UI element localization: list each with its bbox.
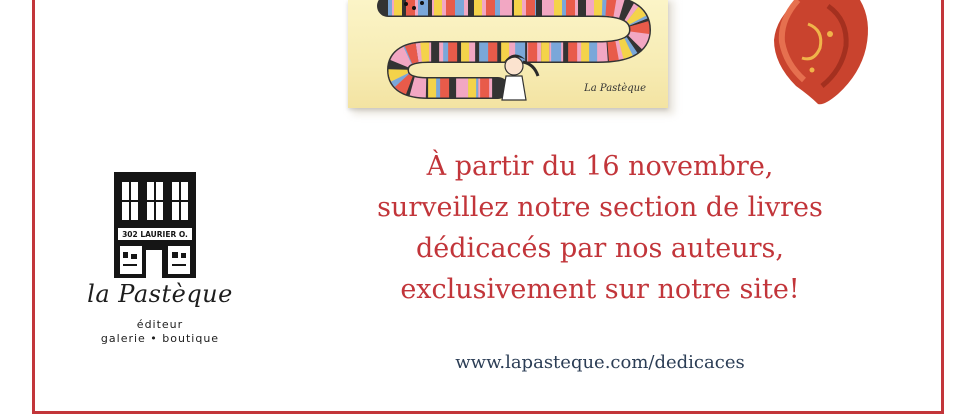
address-sign: 302 LAURIER O. <box>122 230 188 239</box>
storefront-building-icon: 302 LAURIER O. <box>114 172 196 278</box>
announcement-message: À partir du 16 novembre, surveillez notr… <box>300 146 900 310</box>
book-publisher-label: La Pastèque <box>584 83 646 94</box>
book-cover-illustration: La Pastèque <box>348 0 668 108</box>
announcement-line: À partir du 16 novembre, <box>426 151 774 182</box>
dedicaces-url-link[interactable]: www.lapasteque.com/dedicaces <box>300 352 900 373</box>
red-bauble-ornament <box>768 0 872 108</box>
announcement-line: exclusivement sur notre site! <box>400 274 800 305</box>
logo-subtitle-publisher: éditeur <box>136 318 184 331</box>
promo-banner: La Pastèque 302 LAURIER O. la Pastèque é… <box>0 0 980 420</box>
announcement-line: surveillez notre section de livres <box>377 192 823 223</box>
announcement-line: dédicacés par nos auteurs, <box>416 233 784 264</box>
la-pasteque-logo[interactable]: 302 LAURIER O. la Pastèque éditeur galer… <box>70 172 250 352</box>
logo-wordmark: la Pastèque <box>87 280 233 308</box>
logo-subtitle-gallery: galerie • boutique <box>100 332 220 345</box>
